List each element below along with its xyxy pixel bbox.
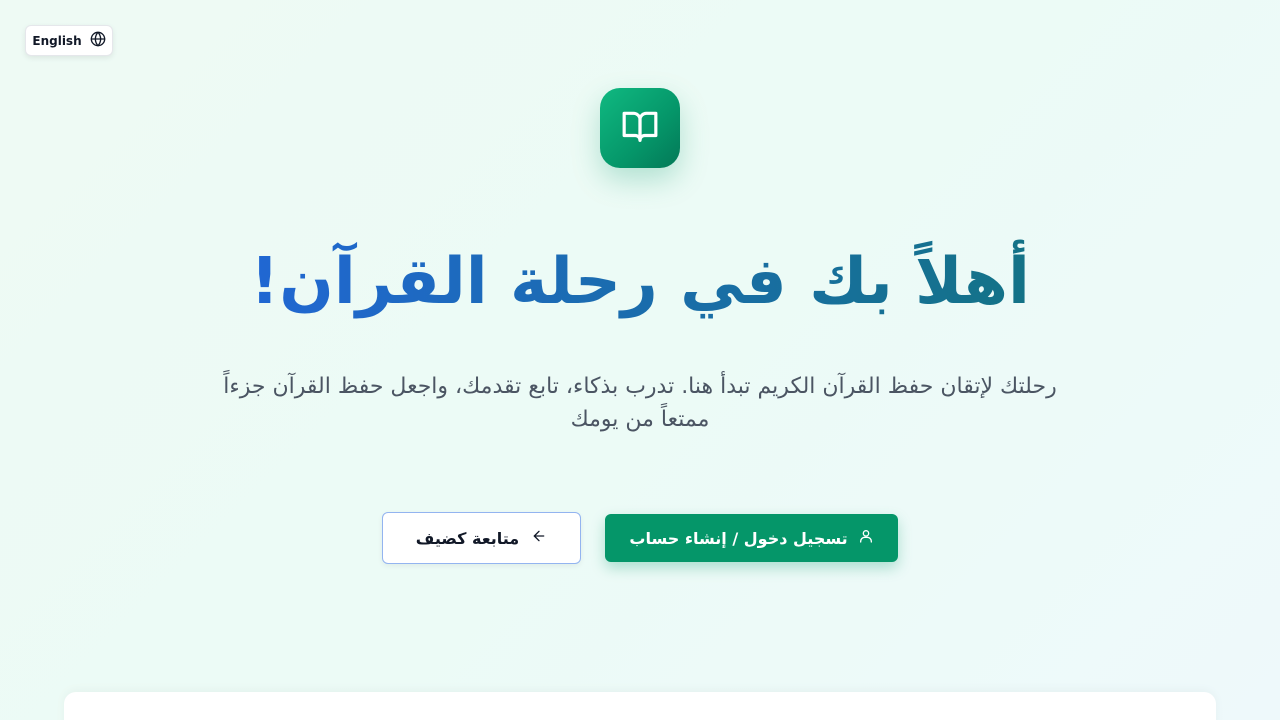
language-toggle-label: English [32,33,82,48]
app-logo [600,88,680,168]
globe-icon [90,31,106,50]
arrow-left-icon [531,528,547,548]
language-toggle-button[interactable]: English [25,25,113,56]
features-card [64,692,1216,720]
continue-as-guest-label: متابعة كضيف [415,528,520,548]
login-signup-label: تسجيل دخول / إنشاء حساب [629,528,848,548]
continue-as-guest-button[interactable]: متابعة كضيف [382,512,581,564]
open-book-icon [621,107,659,149]
user-icon [858,528,874,548]
hero-title: أهلاً بك في رحلة القرآن! [0,232,1280,332]
login-signup-button[interactable]: تسجيل دخول / إنشاء حساب [605,514,898,562]
hero-subtitle: رحلتك لإتقان حفظ القرآن الكريم تبدأ هنا.… [223,374,1057,432]
